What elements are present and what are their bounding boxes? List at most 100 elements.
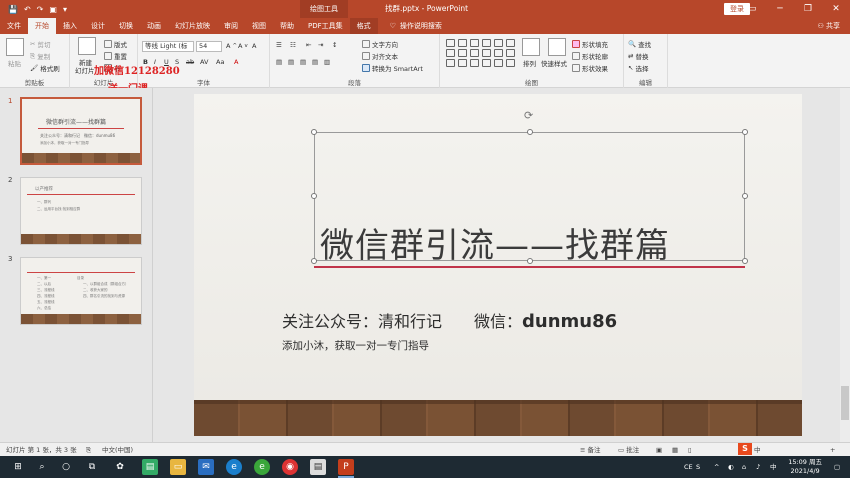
resize-handle[interactable] bbox=[311, 129, 317, 135]
tab-insert[interactable]: 插入 bbox=[56, 18, 84, 34]
select-button[interactable]: ↖ 选择 bbox=[628, 63, 648, 73]
align-right-icon[interactable]: ▤ bbox=[300, 58, 306, 66]
mail-icon[interactable]: ✉ bbox=[198, 459, 214, 475]
reset-button[interactable]: 重置 bbox=[104, 51, 127, 61]
task-view-icon[interactable]: ⧉ bbox=[84, 459, 100, 475]
font-size-select[interactable]: 54 bbox=[196, 41, 222, 52]
columns-icon[interactable]: ▥ bbox=[324, 58, 330, 66]
tab-slideshow[interactable]: 幻灯片放映 bbox=[168, 18, 217, 34]
scrollbar-thumb[interactable] bbox=[841, 386, 849, 420]
paste-icon[interactable] bbox=[6, 38, 24, 56]
undo-icon[interactable]: ↶ bbox=[24, 5, 31, 14]
edge-icon[interactable]: e bbox=[226, 459, 242, 475]
shape-arrow-icon[interactable] bbox=[494, 39, 503, 47]
tell-me-search[interactable]: ♡ 操作说明搜索 bbox=[378, 18, 442, 34]
layout-button[interactable]: 版式 bbox=[104, 39, 127, 49]
start-slideshow-icon[interactable]: ▣ bbox=[49, 5, 57, 14]
comments-button[interactable]: ▭ 批注 bbox=[618, 443, 639, 457]
shape-line-icon[interactable] bbox=[470, 39, 479, 47]
shape-oval-icon[interactable] bbox=[446, 49, 455, 57]
share-button[interactable]: ⚇ 共享 bbox=[817, 18, 840, 34]
char-spacing-button[interactable]: AV bbox=[200, 58, 208, 66]
resize-handle[interactable] bbox=[311, 193, 317, 199]
tab-pdf-tools[interactable]: PDF工具集 bbox=[301, 18, 350, 34]
sogou-tray-icon[interactable]: S bbox=[696, 456, 700, 478]
cortana-icon[interactable]: ○ bbox=[58, 459, 74, 475]
customize-qat-icon[interactable]: ▾ bbox=[63, 5, 67, 14]
replace-button[interactable]: ⇄ 替换 bbox=[628, 51, 648, 61]
resize-handle[interactable] bbox=[311, 258, 317, 264]
font-color-button[interactable]: A bbox=[234, 58, 238, 66]
spellcheck-icon[interactable]: ⎘ bbox=[86, 443, 91, 457]
tab-transitions[interactable]: 切换 bbox=[112, 18, 140, 34]
network-icon[interactable]: ⌂ bbox=[742, 456, 746, 478]
system-clock[interactable]: 15:09 周五 2021/4/9 bbox=[788, 458, 822, 476]
shape-rect-icon[interactable] bbox=[470, 49, 479, 57]
shape-flowchart-icon[interactable] bbox=[482, 59, 491, 67]
tab-home[interactable]: 开始 bbox=[28, 18, 56, 34]
shape-arrow-icon[interactable] bbox=[482, 49, 491, 57]
find-button[interactable]: 🔍 查找 bbox=[628, 39, 651, 49]
justify-icon[interactable]: ▤ bbox=[312, 58, 318, 66]
slide-title[interactable]: 微信群引流——找群篇 bbox=[320, 218, 670, 267]
numbering-icon[interactable]: ☷ bbox=[290, 41, 296, 49]
tab-design[interactable]: 设计 bbox=[84, 18, 112, 34]
ime-tray-icon[interactable]: 中 bbox=[770, 456, 777, 478]
grow-font-button[interactable]: A ^ bbox=[226, 42, 237, 50]
volume-icon[interactable]: ♪ bbox=[756, 456, 760, 478]
align-left-icon[interactable]: ▤ bbox=[276, 58, 282, 66]
increase-indent-icon[interactable]: ⇥ bbox=[318, 41, 323, 49]
shape-arrow-icon[interactable] bbox=[494, 49, 503, 57]
language-indicator[interactable]: 中文(中国) bbox=[102, 443, 133, 457]
align-text-button[interactable]: 对齐文本 bbox=[362, 51, 398, 61]
align-center-icon[interactable]: ▤ bbox=[288, 58, 294, 66]
smartart-button[interactable]: 转换为 SmartArt bbox=[362, 63, 423, 73]
shape-callout-icon[interactable] bbox=[494, 59, 503, 67]
shape-line-icon[interactable] bbox=[482, 39, 491, 47]
browser-icon[interactable]: e bbox=[254, 459, 270, 475]
tab-animations[interactable]: 动画 bbox=[140, 18, 168, 34]
new-slide-icon[interactable] bbox=[78, 37, 96, 55]
decrease-indent-icon[interactable]: ⇤ bbox=[306, 41, 311, 49]
slide-thumbnail-2[interactable]: 以产推荐 一、群列 二、运用平台找·找到相应群 bbox=[20, 177, 142, 245]
save-icon[interactable]: 💾 bbox=[8, 5, 18, 14]
quick-styles-icon[interactable] bbox=[548, 38, 566, 56]
tray-chevron-icon[interactable]: ^ bbox=[714, 456, 719, 478]
slide-sorter-icon[interactable]: ▦ bbox=[672, 443, 678, 457]
tab-view[interactable]: 视图 bbox=[245, 18, 273, 34]
shape-fill-button[interactable]: 形状填充 bbox=[572, 39, 608, 49]
slide-thumbnail-1[interactable]: 微信群引流——找群篇 关注公众号：清和行记 微信：dunmu86 添加小沐，获取… bbox=[20, 97, 142, 165]
bullets-icon[interactable]: ☰ bbox=[276, 41, 282, 49]
notes-button[interactable]: ≡ 备注 bbox=[580, 443, 601, 457]
shape-star-icon[interactable] bbox=[470, 59, 479, 67]
shape-brace-icon[interactable] bbox=[446, 59, 455, 67]
redo-icon[interactable]: ↷ bbox=[37, 5, 44, 14]
zoom-in-icon[interactable]: + bbox=[830, 443, 835, 457]
shapes-gallery[interactable] bbox=[446, 39, 516, 67]
ime-indicator[interactable]: 中 bbox=[754, 443, 761, 457]
tab-help[interactable]: 帮助 bbox=[273, 18, 301, 34]
shape-triangle-icon[interactable] bbox=[458, 49, 467, 57]
shape-rect-icon[interactable] bbox=[458, 39, 467, 47]
reading-view-icon[interactable]: ▯ bbox=[688, 443, 692, 457]
format-painter-button[interactable]: 🖌 格式刷 bbox=[30, 63, 60, 73]
shape-outline-button[interactable]: 形状轮廓 bbox=[572, 51, 608, 61]
resize-handle[interactable] bbox=[742, 129, 748, 135]
slide-note[interactable]: 添加小沐，获取一对一专门指导 bbox=[282, 338, 429, 353]
shape-more-icon[interactable] bbox=[506, 59, 515, 67]
chrome-icon[interactable]: ◉ bbox=[282, 459, 298, 475]
ribbon-display-icon[interactable]: ▭ bbox=[738, 0, 766, 18]
shape-brace-icon[interactable] bbox=[458, 59, 467, 67]
font-name-select[interactable]: 等线 Light (标 bbox=[142, 41, 194, 52]
windows-start-icon[interactable]: ⊞ bbox=[10, 459, 26, 475]
sogou-ime-icon[interactable]: S bbox=[738, 443, 752, 455]
shape-arrow-icon[interactable] bbox=[506, 39, 515, 47]
shrink-font-button[interactable]: Av bbox=[238, 42, 248, 50]
tab-review[interactable]: 审阅 bbox=[217, 18, 245, 34]
shape-rect-icon[interactable] bbox=[446, 39, 455, 47]
copy-button[interactable]: ⎘ 复制 bbox=[30, 51, 50, 62]
strikethrough-button[interactable]: ab bbox=[186, 58, 194, 66]
store-icon[interactable]: ▤ bbox=[142, 459, 158, 475]
restore-icon[interactable]: ❐ bbox=[794, 0, 822, 18]
change-case-button[interactable]: Aa bbox=[216, 58, 224, 66]
